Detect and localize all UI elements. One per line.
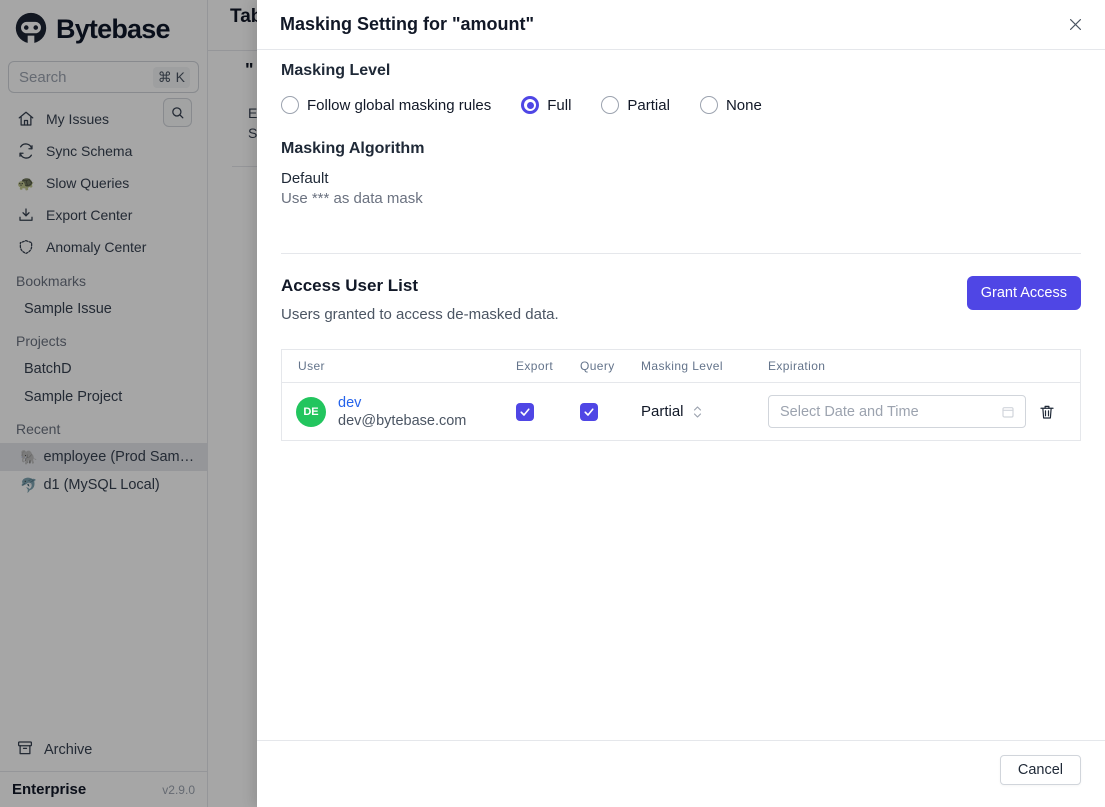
- masking-level-cell: Partial: [641, 403, 768, 420]
- close-icon[interactable]: [1063, 13, 1087, 37]
- radio-label: Partial: [627, 96, 670, 114]
- expiration-date-input[interactable]: Select Date and Time: [768, 395, 1026, 428]
- check-icon: [520, 407, 530, 416]
- cancel-button[interactable]: Cancel: [999, 755, 1081, 785]
- check-icon: [584, 407, 594, 416]
- masking-setting-modal: Masking Setting for "amount" Masking Lev…: [257, 0, 1105, 807]
- radio-follow-global[interactable]: Follow global masking rules: [281, 96, 491, 114]
- masking-level-heading: Masking Level: [281, 62, 391, 79]
- row-actions-cell: [1026, 399, 1082, 425]
- query-checkbox[interactable]: [580, 402, 598, 421]
- screen: Bytebase Search ⌘ K My Issues Sync Schem…: [0, 0, 1105, 807]
- query-cell: [580, 402, 641, 421]
- masking-algorithm-heading: Masking Algorithm: [281, 140, 425, 157]
- column-header-query: Query: [580, 359, 615, 373]
- grant-access-button[interactable]: Grant Access: [966, 276, 1081, 310]
- calendar-icon: [1000, 404, 1016, 420]
- radio-label: Follow global masking rules: [307, 96, 492, 114]
- table-header-row: User Export Query Masking Level Expirati…: [282, 350, 1080, 383]
- radio-none[interactable]: None: [699, 96, 762, 114]
- delete-row-button[interactable]: [1034, 399, 1060, 425]
- export-checkbox[interactable]: [516, 402, 534, 421]
- user-name-link[interactable]: dev: [338, 395, 466, 411]
- algorithm-description: Use *** as data mask: [281, 190, 423, 207]
- radio-circle-icon: [699, 96, 718, 114]
- radio-circle-icon: [521, 96, 540, 114]
- radio-partial[interactable]: Partial: [601, 96, 670, 114]
- avatar: DE: [296, 396, 326, 427]
- modal-body: Masking Level Follow global masking rule…: [257, 50, 1105, 740]
- radio-label: Full: [547, 96, 572, 114]
- masking-level-select[interactable]: Partial: [641, 403, 768, 420]
- masking-level-value: Partial: [641, 403, 684, 420]
- radio-full[interactable]: Full: [521, 96, 571, 114]
- user-email: dev@bytebase.com: [338, 412, 467, 429]
- masking-level-radio-group: Follow global masking rules Full Partial…: [281, 96, 1081, 114]
- algorithm-name: Default: [281, 170, 329, 187]
- chevron-updown-icon: [692, 404, 703, 420]
- column-header-masking-level: Masking Level: [641, 359, 723, 373]
- column-header-user: User: [298, 359, 325, 373]
- trash-icon: [1040, 405, 1054, 419]
- expiration-placeholder: Select Date and Time: [780, 403, 919, 420]
- radio-circle-icon: [281, 96, 299, 114]
- radio-circle-icon: [601, 96, 620, 114]
- expiration-cell: Select Date and Time: [768, 395, 1026, 428]
- access-user-list-header: Access User List Users granted to access…: [281, 276, 1081, 323]
- export-cell: [516, 402, 580, 421]
- modal-footer: Cancel: [257, 740, 1105, 807]
- access-user-list-heading: Access User List: [281, 276, 419, 295]
- radio-label: None: [725, 96, 762, 114]
- column-header-expiration: Expiration: [768, 359, 826, 373]
- access-user-list-subtitle: Users granted to access de-masked data.: [281, 306, 559, 323]
- modal-title: Masking Setting for "amount": [280, 14, 535, 34]
- user-cell: DE dev dev@bytebase.com: [282, 395, 516, 429]
- modal-header: Masking Setting for "amount": [257, 0, 1105, 50]
- section-divider: [281, 253, 1081, 254]
- column-header-export: Export: [516, 359, 554, 373]
- access-user-table: User Export Query Masking Level Expirati…: [281, 349, 1081, 441]
- table-row: DE dev dev@bytebase.com Partial Select D…: [282, 383, 1080, 440]
